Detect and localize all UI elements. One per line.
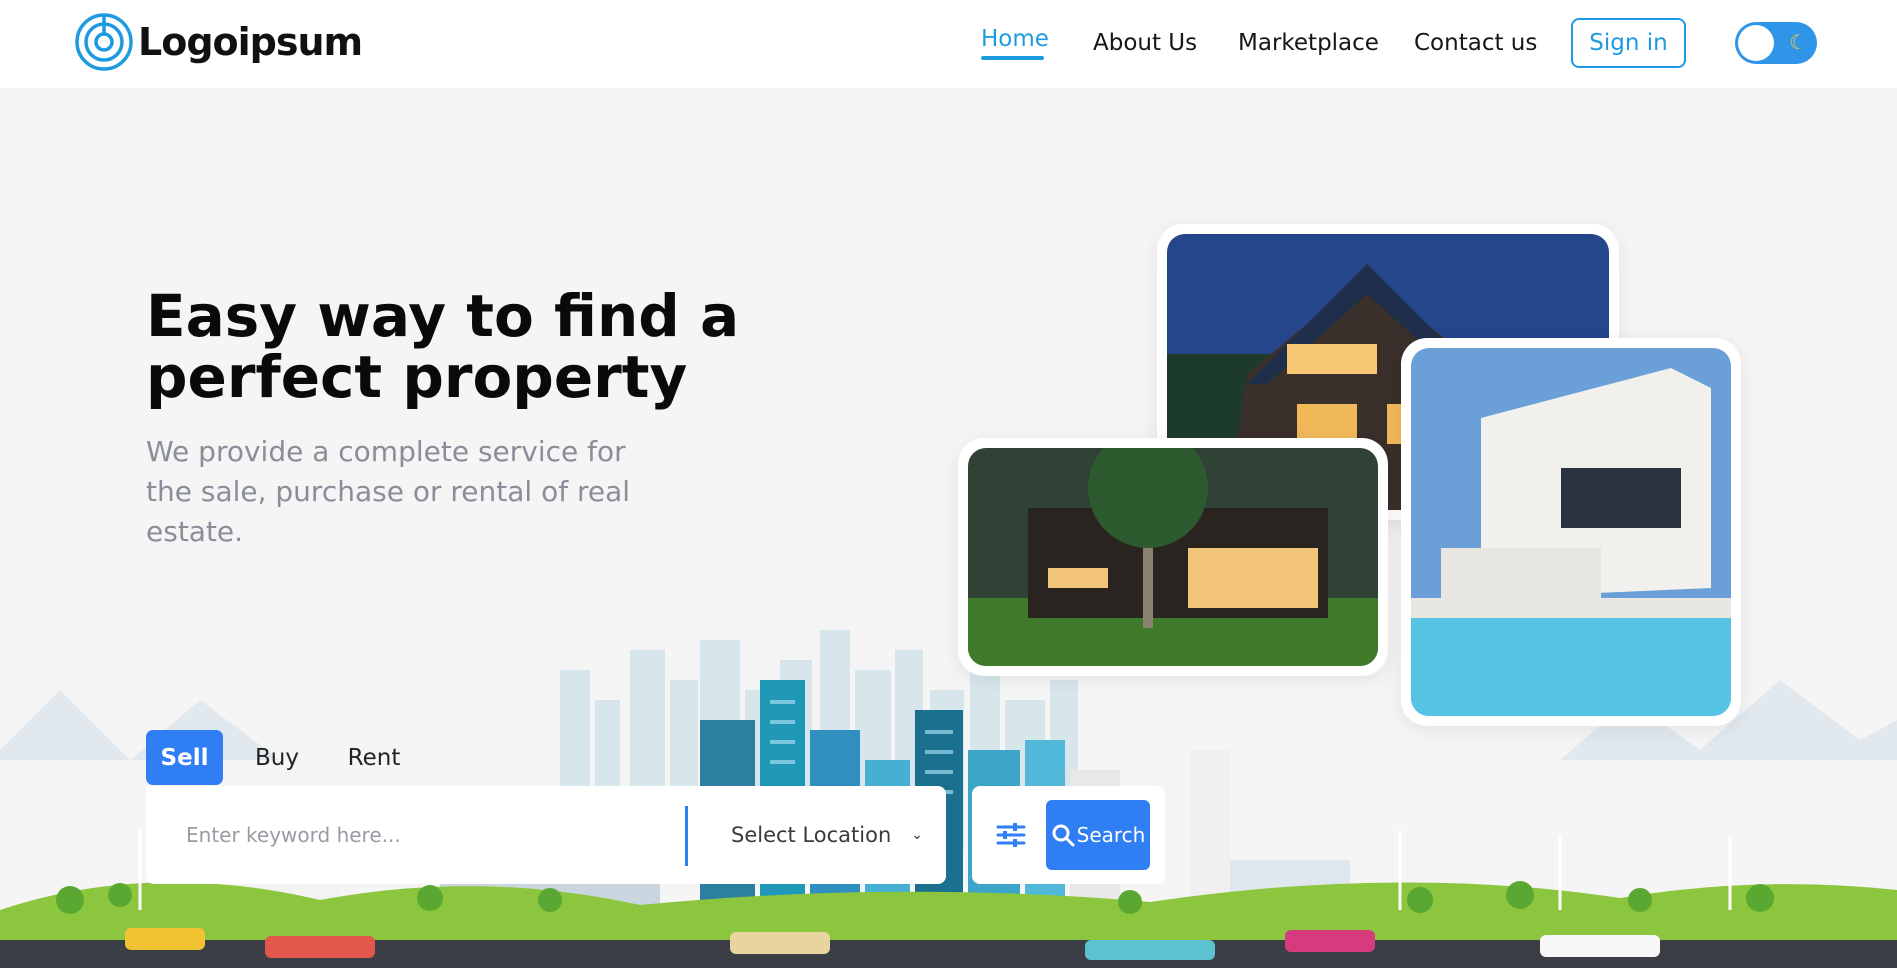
modern-house-tree-photo (958, 438, 1388, 676)
nav-marketplace[interactable]: Marketplace (1238, 30, 1379, 56)
tab-sell[interactable]: Sell (146, 730, 223, 785)
search-box: Select Location ⌄ (146, 786, 946, 884)
moon-icon: ☾ (1789, 30, 1807, 54)
chevron-down-icon: ⌄ (911, 827, 924, 843)
sign-in-button[interactable]: Sign in (1571, 18, 1686, 68)
brand-name: Logoipsum (138, 20, 363, 64)
logo[interactable]: Logoipsum (74, 12, 363, 72)
filter-button[interactable] (990, 814, 1032, 856)
theme-toggle[interactable]: ☾ (1735, 22, 1817, 64)
toggle-knob (1738, 25, 1774, 61)
nav-contact-us[interactable]: Contact us (1414, 30, 1537, 56)
sliders-icon (996, 823, 1026, 847)
search-button[interactable]: Search (1046, 800, 1150, 870)
logo-spiral-icon (75, 13, 133, 71)
white-villa-pool-photo (1401, 338, 1741, 726)
location-select[interactable]: Select Location ⌄ (731, 810, 923, 860)
hero-title: Easy way to find a perfect property (146, 282, 740, 411)
nav-about-us[interactable]: About Us (1093, 30, 1197, 56)
search-divider (685, 806, 688, 866)
nav-home[interactable]: Home (981, 26, 1049, 52)
header: Logoipsum Home About Us Marketplace Cont… (0, 0, 1897, 88)
nav-active-underline (981, 56, 1044, 60)
tab-buy[interactable]: Buy (243, 730, 311, 785)
location-label: Select Location (731, 823, 892, 847)
hero-subtitle: We provide a complete service for the sa… (146, 435, 631, 548)
search-actions: Search (972, 786, 1165, 884)
search-icon (1052, 824, 1075, 847)
tab-rent[interactable]: Rent (340, 730, 408, 785)
search-label: Search (1076, 823, 1146, 847)
